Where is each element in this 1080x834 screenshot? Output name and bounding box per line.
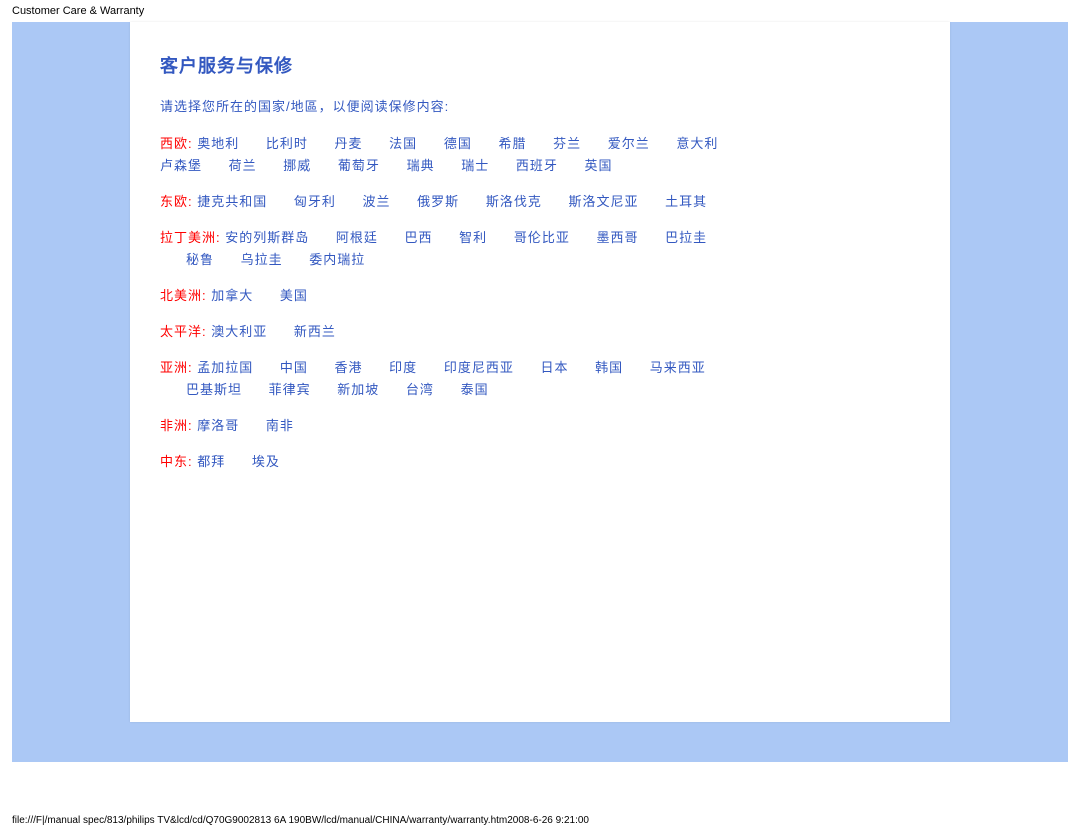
country-link[interactable]: 美国 bbox=[280, 285, 308, 307]
country-link[interactable]: 卢森堡 bbox=[160, 155, 202, 177]
region-label-pacific: 太平洋: bbox=[160, 324, 207, 339]
country-link[interactable]: 台湾 bbox=[406, 379, 434, 401]
country-link[interactable]: 埃及 bbox=[252, 451, 280, 473]
country-link[interactable]: 瑞典 bbox=[407, 155, 435, 177]
country-link[interactable]: 智利 bbox=[459, 227, 487, 249]
country-link[interactable]: 南非 bbox=[266, 415, 294, 437]
country-link[interactable]: 斯洛文尼亚 bbox=[568, 191, 638, 213]
region-label-latin-america: 拉丁美洲: bbox=[160, 230, 221, 245]
country-link[interactable]: 都拜 bbox=[197, 451, 225, 473]
region-label-africa: 非洲: bbox=[160, 418, 193, 433]
country-link[interactable]: 巴西 bbox=[405, 227, 433, 249]
country-link[interactable]: 阿根廷 bbox=[336, 227, 378, 249]
country-link[interactable]: 芬兰 bbox=[553, 133, 581, 155]
country-link[interactable]: 巴基斯坦 bbox=[186, 379, 242, 401]
country-link[interactable]: 西班牙 bbox=[516, 155, 558, 177]
country-link[interactable]: 德国 bbox=[444, 133, 472, 155]
country-link[interactable]: 秘鲁 bbox=[186, 249, 214, 271]
region-label-north-america: 北美洲: bbox=[160, 288, 207, 303]
country-link[interactable]: 澳大利亚 bbox=[211, 321, 267, 343]
country-link[interactable]: 挪威 bbox=[283, 155, 311, 177]
country-link[interactable]: 马来西亚 bbox=[650, 357, 706, 379]
country-link[interactable]: 土耳其 bbox=[665, 191, 707, 213]
country-link[interactable]: 加拿大 bbox=[211, 285, 253, 307]
country-link[interactable]: 巴拉圭 bbox=[665, 227, 707, 249]
region-north-america: 北美洲: 加拿大 美国 bbox=[160, 285, 940, 307]
country-link[interactable]: 荷兰 bbox=[229, 155, 257, 177]
country-link[interactable]: 葡萄牙 bbox=[338, 155, 380, 177]
country-link[interactable]: 新西兰 bbox=[294, 321, 336, 343]
country-link[interactable]: 委内瑞拉 bbox=[309, 249, 365, 271]
region-label-asia: 亚洲: bbox=[160, 360, 193, 375]
region-pacific: 太平洋: 澳大利亚 新西兰 bbox=[160, 321, 940, 343]
country-link[interactable]: 印度尼西亚 bbox=[444, 357, 514, 379]
region-west-europe: 西欧: 奥地利 比利时 丹麦 法国 德国 希腊 芬兰 爱尔兰 意大利 卢森堡 荷… bbox=[160, 133, 940, 177]
country-link[interactable]: 孟加拉国 bbox=[197, 357, 253, 379]
country-link[interactable]: 爱尔兰 bbox=[608, 133, 650, 155]
country-link[interactable]: 丹麦 bbox=[335, 133, 363, 155]
region-middle-east: 中东: 都拜 埃及 bbox=[160, 451, 940, 473]
page-title: 客户服务与保修 bbox=[160, 52, 940, 78]
country-link[interactable]: 哥伦比亚 bbox=[514, 227, 570, 249]
region-latin-america: 拉丁美洲: 安的列斯群岛 阿根廷 巴西 智利 哥伦比亚 墨西哥 巴拉圭 秘鲁 乌… bbox=[160, 227, 940, 271]
country-link[interactable]: 俄罗斯 bbox=[417, 191, 459, 213]
country-link[interactable]: 新加坡 bbox=[337, 379, 379, 401]
footer-path: file:///F|/manual spec/813/philips TV&lc… bbox=[12, 815, 589, 826]
region-east-europe: 东欧: 捷克共和国 匈牙利 波兰 俄罗斯 斯洛伐克 斯洛文尼亚 土耳其 bbox=[160, 191, 940, 213]
country-link[interactable]: 泰国 bbox=[461, 379, 489, 401]
content-page: 客户服务与保修 请选择您所在的国家/地區，以便阅读保修内容: 西欧: 奥地利 比… bbox=[130, 22, 950, 722]
region-label-middle-east: 中东: bbox=[160, 454, 193, 469]
region-label-west-europe: 西欧: bbox=[160, 136, 193, 151]
country-link[interactable]: 匈牙利 bbox=[294, 191, 336, 213]
country-link[interactable]: 中国 bbox=[280, 357, 308, 379]
region-asia: 亚洲: 孟加拉国 中国 香港 印度 印度尼西亚 日本 韩国 马来西亚 巴基斯坦 … bbox=[160, 357, 940, 401]
country-link[interactable]: 奥地利 bbox=[197, 133, 239, 155]
country-link[interactable]: 印度 bbox=[389, 357, 417, 379]
country-link[interactable]: 波兰 bbox=[363, 191, 391, 213]
country-link[interactable]: 法国 bbox=[389, 133, 417, 155]
country-link[interactable]: 捷克共和国 bbox=[197, 191, 267, 213]
country-link[interactable]: 日本 bbox=[540, 357, 568, 379]
country-link[interactable]: 摩洛哥 bbox=[197, 415, 239, 437]
page-header-title: Customer Care & Warranty bbox=[0, 0, 1080, 22]
country-link[interactable]: 墨西哥 bbox=[596, 227, 638, 249]
country-link[interactable]: 瑞士 bbox=[461, 155, 489, 177]
country-link[interactable]: 比利时 bbox=[266, 133, 308, 155]
country-link[interactable]: 香港 bbox=[335, 357, 363, 379]
region-africa: 非洲: 摩洛哥 南非 bbox=[160, 415, 940, 437]
country-link[interactable]: 希腊 bbox=[498, 133, 526, 155]
country-link[interactable]: 韩国 bbox=[595, 357, 623, 379]
country-link[interactable]: 意大利 bbox=[676, 133, 718, 155]
outer-frame: 客户服务与保修 请选择您所在的国家/地區，以便阅读保修内容: 西欧: 奥地利 比… bbox=[12, 22, 1068, 762]
country-link[interactable]: 菲律宾 bbox=[269, 379, 311, 401]
country-link[interactable]: 斯洛伐克 bbox=[486, 191, 542, 213]
country-link[interactable]: 英国 bbox=[584, 155, 612, 177]
country-link[interactable]: 安的列斯群岛 bbox=[225, 227, 309, 249]
intro-text: 请选择您所在的国家/地區，以便阅读保修内容: bbox=[160, 96, 940, 115]
region-label-east-europe: 东欧: bbox=[160, 194, 193, 209]
country-link[interactable]: 乌拉圭 bbox=[241, 249, 283, 271]
